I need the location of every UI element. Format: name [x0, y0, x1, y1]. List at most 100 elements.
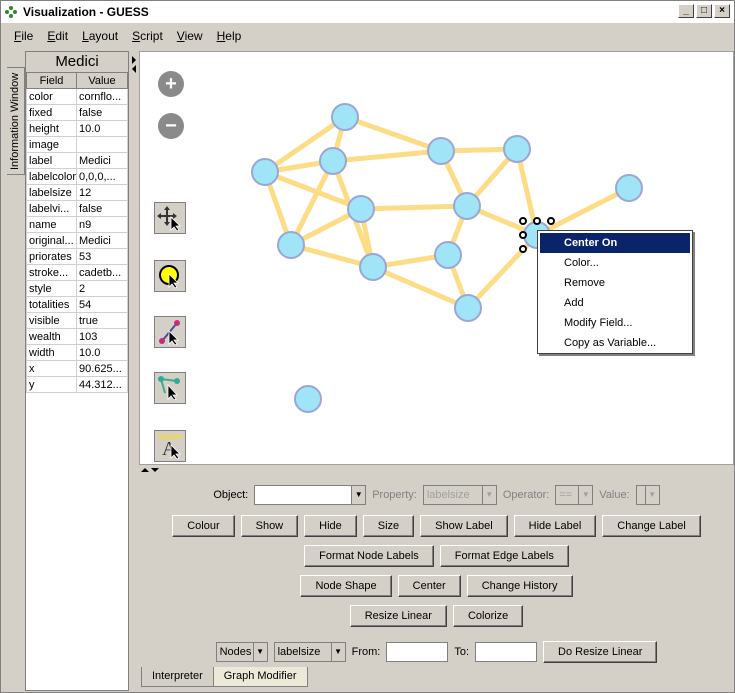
graph-node[interactable] [294, 385, 322, 413]
graph-edge[interactable] [440, 146, 518, 154]
selection-handle[interactable] [547, 217, 555, 225]
edge-tool-button[interactable] [154, 316, 186, 348]
label-tool-button[interactable]: A [154, 430, 186, 462]
minimize-button[interactable]: _ [678, 4, 694, 18]
graph-edge[interactable] [372, 252, 449, 270]
graph-edge[interactable] [535, 185, 631, 238]
graph-node[interactable] [434, 241, 462, 269]
nodes-select[interactable]: Nodes ▼ [215, 642, 268, 662]
field-value-cell[interactable]: Medici [76, 152, 128, 169]
node-tool-button[interactable] [154, 372, 186, 404]
graph-edge[interactable] [290, 242, 374, 270]
graph-node[interactable] [319, 147, 347, 175]
field-value-cell[interactable]: 12 [76, 184, 128, 201]
show-button[interactable]: Show [240, 515, 299, 537]
field-value-cell[interactable]: cadetb... [76, 264, 128, 281]
table-row[interactable]: labelsize 12 [26, 184, 128, 201]
format-edge-labels-button[interactable]: Format Edge Labels [439, 545, 569, 567]
menu-remove[interactable]: Remove [540, 273, 690, 293]
panel-collapse-arrows[interactable] [130, 53, 138, 73]
table-row[interactable]: fixed false [26, 104, 128, 121]
menu-center-on[interactable]: Center On [540, 233, 690, 253]
graph-node[interactable] [454, 294, 482, 322]
selection-handle[interactable] [519, 217, 527, 225]
table-row[interactable]: stroke... cadetb... [26, 264, 128, 281]
field-value-cell[interactable]: 103 [76, 328, 128, 345]
field-value-cell[interactable]: false [76, 104, 128, 121]
split-pane-divider[interactable] [139, 465, 734, 475]
menu-color[interactable]: Color... [540, 253, 690, 273]
table-row[interactable]: original... Medici [26, 232, 128, 249]
to-input[interactable] [475, 642, 538, 662]
graph-edge[interactable] [289, 206, 363, 248]
table-row[interactable]: priorates 53 [26, 248, 128, 265]
field-value-cell[interactable]: n9 [76, 216, 128, 233]
change-history-button[interactable]: Change History [466, 575, 573, 597]
graph-node[interactable] [251, 158, 279, 186]
menu-script[interactable]: Script [125, 29, 170, 43]
menu-edit[interactable]: Edit [40, 29, 75, 43]
zoom-out-button[interactable]: − [155, 110, 187, 142]
field-value-cell[interactable] [76, 136, 128, 153]
table-row[interactable]: image [26, 136, 128, 153]
information-window-tab[interactable]: Information Window [7, 67, 25, 175]
graph-edge[interactable] [264, 158, 334, 175]
field-value-cell[interactable]: true [76, 312, 128, 329]
menu-help[interactable]: Help [210, 29, 249, 43]
menu-file[interactable]: File [7, 29, 40, 43]
show-label-button[interactable]: Show Label [420, 515, 508, 537]
menu-layout[interactable]: Layout [75, 29, 125, 43]
graph-edge[interactable] [372, 264, 469, 311]
field-value-cell[interactable]: 53 [76, 248, 128, 265]
field-select[interactable]: labelsize ▼ [273, 642, 346, 662]
field-value-cell[interactable]: 10.0 [76, 344, 128, 361]
graph-edge[interactable] [445, 254, 471, 309]
graph-edge[interactable] [438, 149, 470, 208]
table-row[interactable]: labelcolor 0,0,0,... [26, 168, 128, 185]
selection-handle[interactable] [533, 217, 541, 225]
graph-edge[interactable] [514, 148, 540, 236]
field-value-cell[interactable]: false [76, 200, 128, 217]
menu-copy-as-variable[interactable]: Copy as Variable... [540, 333, 690, 353]
graph-node[interactable] [503, 135, 531, 163]
graph-edge[interactable] [330, 160, 376, 268]
from-input[interactable] [386, 642, 449, 662]
table-row[interactable]: name n9 [26, 216, 128, 233]
field-value-cell[interactable]: 10.0 [76, 120, 128, 137]
table-row[interactable]: height 10.0 [26, 120, 128, 137]
table-row[interactable]: color cornflo... [26, 88, 128, 105]
graph-edge[interactable] [330, 116, 348, 162]
property-combo[interactable]: labelsize ▼ [422, 485, 497, 505]
table-row[interactable]: x 90.625... [26, 360, 128, 377]
hide-label-button[interactable]: Hide Label [513, 515, 597, 537]
graph-node[interactable] [427, 137, 455, 165]
object-combo[interactable]: ▼ [254, 485, 367, 505]
graph-edge[interactable] [262, 171, 294, 246]
center-button[interactable]: Center [397, 575, 461, 597]
graph-node[interactable] [615, 174, 643, 202]
zoom-in-button[interactable]: + [155, 68, 187, 100]
graph-node[interactable] [359, 253, 387, 281]
colour-button[interactable]: Colour [172, 515, 235, 537]
graph-edge[interactable] [360, 203, 468, 212]
operator-combo[interactable]: == ▼ [555, 485, 594, 505]
graph-edge[interactable] [344, 114, 442, 154]
graph-edge[interactable] [445, 205, 470, 256]
graph-node[interactable] [277, 231, 305, 259]
value-combo[interactable]: ▼ [635, 485, 660, 505]
graph-node[interactable] [347, 195, 375, 223]
tab-graph-modifier[interactable]: Graph Modifier [212, 667, 308, 687]
close-button[interactable]: × [714, 4, 730, 18]
table-row[interactable]: totalities 54 [26, 296, 128, 313]
column-header-value[interactable]: Value [76, 72, 128, 89]
tab-interpreter[interactable]: Interpreter [141, 667, 214, 687]
graph-edge[interactable] [264, 169, 362, 212]
hide-button[interactable]: Hide [304, 515, 357, 537]
field-value-cell[interactable]: Medici [76, 232, 128, 249]
maximize-button[interactable]: □ [696, 4, 712, 18]
graph-edge[interactable] [358, 208, 376, 268]
graph-edge[interactable] [466, 203, 538, 238]
field-value-cell[interactable]: 2 [76, 280, 128, 297]
node-shape-button[interactable]: Node Shape [300, 575, 392, 597]
format-node-labels-button[interactable]: Format Node Labels [304, 545, 434, 567]
